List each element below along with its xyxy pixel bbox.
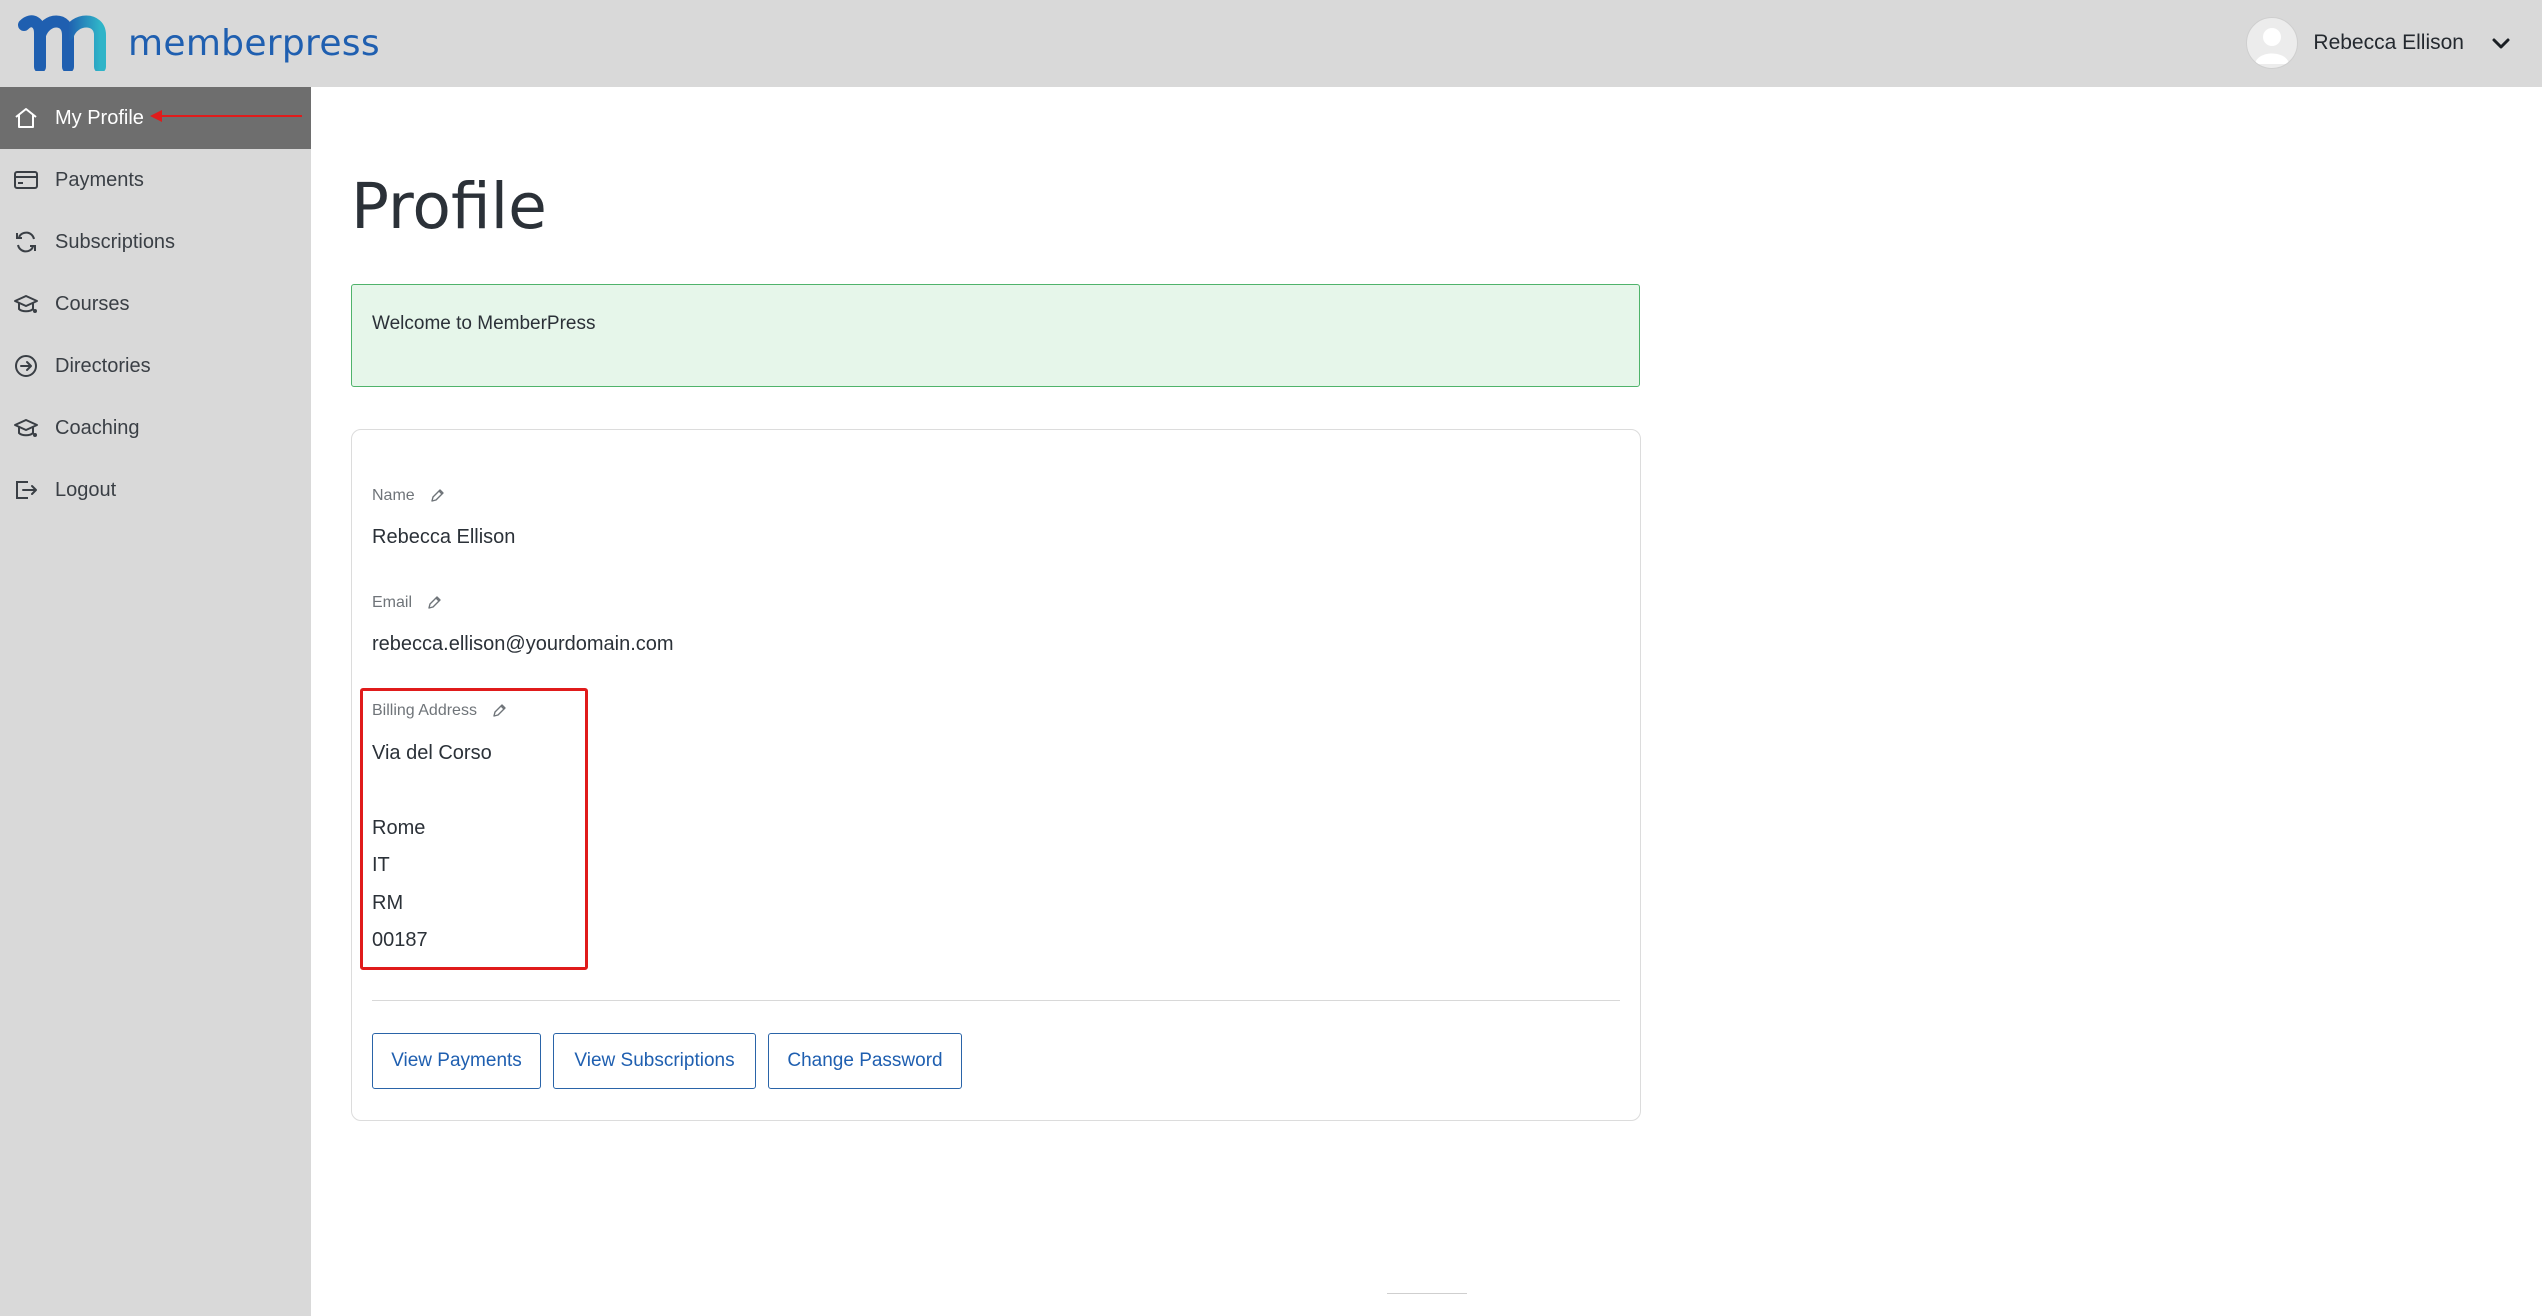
page-title: Profile bbox=[351, 170, 547, 243]
chevron-down-icon[interactable] bbox=[2490, 32, 2512, 54]
sidebar-item-label: Directories bbox=[55, 354, 151, 377]
sidebar-item-label: My Profile bbox=[55, 106, 144, 129]
name-label: Name bbox=[372, 487, 445, 505]
arrow-circle-right-icon bbox=[12, 352, 40, 380]
sidebar-item-logout[interactable]: Logout bbox=[0, 459, 311, 521]
sidebar-item-label: Courses bbox=[55, 292, 130, 315]
user-menu[interactable]: Rebecca Ellison bbox=[2246, 17, 2512, 69]
avatar[interactable] bbox=[2246, 17, 2299, 69]
sidebar-item-label: Logout bbox=[55, 478, 117, 501]
sidebar-item-label: Subscriptions bbox=[55, 230, 176, 253]
logout-icon bbox=[12, 476, 40, 504]
home-icon bbox=[12, 104, 40, 132]
edit-email-pencil-icon[interactable] bbox=[426, 595, 442, 611]
welcome-message: Welcome to MemberPress bbox=[372, 313, 596, 334]
billing-line-country: IT bbox=[372, 854, 390, 876]
user-avatar-icon bbox=[2255, 28, 2290, 64]
sidebar-item-subscriptions[interactable]: Subscriptions bbox=[0, 211, 311, 273]
billing-line-state: RM bbox=[372, 892, 404, 914]
welcome-notice: Welcome to MemberPress bbox=[351, 284, 1640, 387]
email-label: Email bbox=[372, 594, 442, 612]
billing-address-label: Billing Address bbox=[372, 702, 507, 720]
billing-line-city: Rome bbox=[372, 817, 426, 839]
sidebar: My Profile Payments Subscriptions Course… bbox=[0, 87, 311, 1316]
user-name: Rebecca Ellison bbox=[2313, 31, 2464, 54]
card-divider bbox=[372, 1000, 1620, 1001]
profile-card: Name Rebecca Ellison Email rebecca.ellis… bbox=[351, 429, 1641, 1121]
sidebar-item-directories[interactable]: Directories bbox=[0, 335, 311, 397]
annotation-arrow-icon bbox=[150, 110, 302, 122]
view-subscriptions-button[interactable]: View Subscriptions bbox=[553, 1033, 756, 1089]
name-value: Rebecca Ellison bbox=[372, 526, 516, 548]
sidebar-item-payments[interactable]: Payments bbox=[0, 149, 311, 211]
graduation-cap-icon bbox=[12, 290, 40, 318]
brand-logo[interactable]: memberpress bbox=[16, 12, 380, 74]
graduation-cap-icon bbox=[12, 414, 40, 442]
refresh-icon bbox=[12, 228, 40, 256]
sidebar-item-courses[interactable]: Courses bbox=[0, 273, 311, 335]
edit-name-pencil-icon[interactable] bbox=[429, 488, 445, 504]
sidebar-item-label: Payments bbox=[55, 168, 144, 191]
footer-divider bbox=[1387, 1293, 1467, 1294]
top-header: memberpress Rebecca Ellison bbox=[0, 0, 2542, 87]
billing-line-postcode: 00187 bbox=[372, 929, 428, 951]
email-value: rebecca.ellison@yourdomain.com bbox=[372, 633, 674, 655]
change-password-button[interactable]: Change Password bbox=[768, 1033, 962, 1089]
memberpress-logo-icon bbox=[18, 15, 106, 71]
brand-name: memberpress bbox=[128, 22, 380, 64]
edit-billing-pencil-icon[interactable] bbox=[491, 703, 507, 719]
billing-line-street: Via del Corso bbox=[372, 742, 492, 764]
sidebar-item-label: Coaching bbox=[55, 416, 140, 439]
sidebar-item-coaching[interactable]: Coaching bbox=[0, 397, 311, 459]
view-payments-button[interactable]: View Payments bbox=[372, 1033, 541, 1089]
credit-card-icon bbox=[12, 166, 40, 194]
